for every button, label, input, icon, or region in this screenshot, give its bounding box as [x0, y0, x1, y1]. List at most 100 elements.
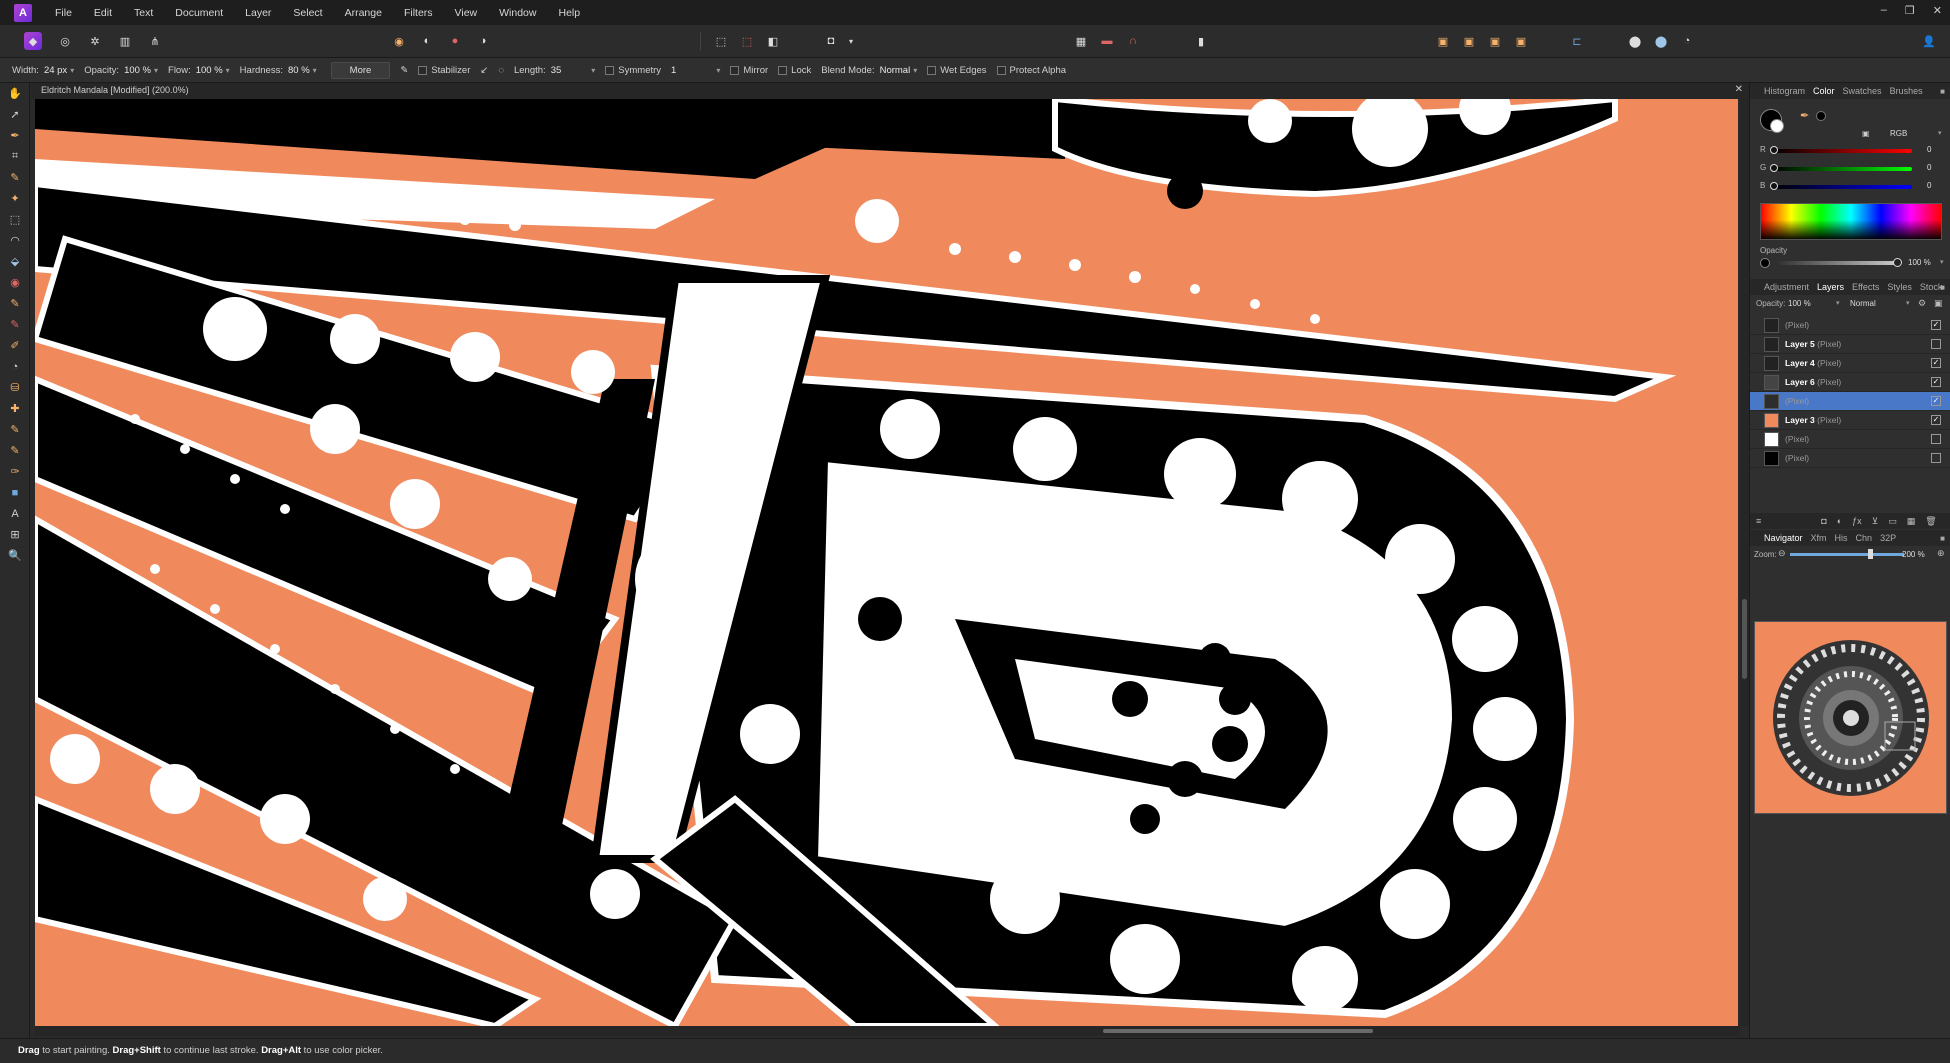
tab-swatches[interactable]: Swatches	[1843, 86, 1882, 96]
arrange-backward-icon[interactable]: ▣	[1460, 32, 1478, 50]
adjustment-layer-icon[interactable]: ◐	[1837, 516, 1842, 526]
protect-alpha-checkbox[interactable]	[996, 65, 1006, 75]
zoom-tool-icon[interactable]: 🔍	[0, 545, 30, 566]
blue-slider[interactable]: B 0	[1760, 181, 1945, 193]
layer-visibility-checkbox[interactable]: ✓	[1931, 415, 1941, 425]
blur-brush-tool-icon[interactable]: ✎	[0, 419, 30, 440]
text-tool-icon[interactable]: A	[0, 503, 30, 524]
tab-32bit-preview[interactable]: 32P	[1880, 533, 1896, 543]
magnet-icon[interactable]: ∩	[1124, 32, 1142, 50]
shape-tool-icon[interactable]: ■	[0, 482, 30, 503]
green-slider[interactable]: G 0	[1760, 163, 1945, 175]
smudge-brush-tool-icon[interactable]: ✎	[0, 440, 30, 461]
layer-opacity-dropdown-icon[interactable]: ▾	[1836, 299, 1840, 307]
mirror-checkbox[interactable]	[730, 65, 740, 75]
mask-layer-icon[interactable]: ◘	[1821, 516, 1826, 526]
tab-layers[interactable]: Layers	[1817, 282, 1844, 292]
gradient-tool-icon[interactable]: ◉	[0, 272, 30, 293]
layer-visibility-checkbox[interactable]: ✓	[1931, 377, 1941, 387]
panel-menu-icon[interactable]: ■	[1940, 87, 1945, 96]
align-icon[interactable]: ⊏	[1568, 32, 1586, 50]
tone-mapping-persona-icon[interactable]: ▥	[116, 32, 134, 50]
menu-view[interactable]: View	[444, 7, 489, 19]
arrange-front-icon[interactable]: ▣	[1512, 32, 1530, 50]
horizontal-scroll-thumb[interactable]	[1103, 1029, 1373, 1033]
lock-icon[interactable]: ▣	[1862, 129, 1870, 138]
layer-lock-icon[interactable]: ▣	[1934, 298, 1943, 309]
zoom-value[interactable]: 200 %	[1902, 550, 1925, 559]
tab-histogram[interactable]: Histogram	[1764, 86, 1805, 96]
fx-icon[interactable]: ƒx	[1852, 516, 1862, 526]
blue-track[interactable]	[1772, 185, 1912, 189]
selection-mode-icon[interactable]: ⬚	[712, 32, 730, 50]
tab-color[interactable]: Color	[1813, 86, 1835, 96]
export-persona-icon[interactable]: ⋔	[146, 32, 164, 50]
width-field[interactable]: 24 px	[44, 65, 67, 76]
menu-help[interactable]: Help	[547, 7, 591, 19]
layer-settings-icon[interactable]: ⚙	[1918, 298, 1926, 309]
layers-stack-icon[interactable]: ≡	[1756, 516, 1761, 526]
navigator-panel-menu-icon[interactable]: ■	[1940, 534, 1945, 543]
opacity-field[interactable]: 100 %	[124, 65, 151, 76]
menu-layer[interactable]: Layer	[234, 7, 282, 19]
menu-file[interactable]: File	[44, 7, 83, 19]
layers-panel-menu-icon[interactable]: ■	[1940, 283, 1945, 292]
wet-edges-checkbox[interactable]	[927, 65, 937, 75]
layer-visibility-checkbox[interactable]: ✓	[1931, 396, 1941, 406]
deselect-icon[interactable]: ⬚	[738, 32, 756, 50]
horizontal-scrollbar[interactable]	[35, 1026, 1740, 1036]
layer-row[interactable]: (Pixel) ✓	[1750, 316, 1950, 335]
red-track[interactable]	[1772, 149, 1912, 153]
layer-row[interactable]: (Pixel)	[1750, 449, 1950, 468]
delete-layer-icon[interactable]: 🗑	[1925, 516, 1936, 527]
menu-window[interactable]: Window	[488, 7, 547, 19]
symmetry-checkbox[interactable]	[605, 65, 615, 75]
zoom-slider[interactable]	[1790, 553, 1904, 556]
healing-brush-tool-icon[interactable]: ✚	[0, 398, 30, 419]
menu-select[interactable]: Select	[282, 7, 333, 19]
view-tool-icon[interactable]: ✋	[0, 83, 30, 104]
window-mode-icon[interactable]: ◌	[498, 65, 504, 76]
flood-fill-tool-icon[interactable]: ⬙	[0, 251, 30, 272]
flood-select-tool-icon[interactable]: ✦	[0, 188, 30, 209]
layer-row[interactable]: (Pixel) ✓	[1750, 392, 1950, 411]
tab-brushes[interactable]: Brushes	[1890, 86, 1923, 96]
freehand-select-tool-icon[interactable]: ◠	[0, 230, 30, 251]
blue-knob[interactable]	[1770, 182, 1778, 190]
erase-brush-tool-icon[interactable]: ✐	[0, 335, 30, 356]
move-tool-icon[interactable]: ➚	[0, 104, 30, 125]
color-replacement-tool-icon[interactable]: ✎	[0, 314, 30, 335]
mesh-warp-tool-icon[interactable]: ⊞	[0, 524, 30, 545]
invert-selection-icon[interactable]: ◧	[764, 32, 782, 50]
color-opacity-value[interactable]: 100 %	[1908, 258, 1931, 267]
assistant-icon[interactable]: ▮	[1192, 32, 1210, 50]
paint-brush-tool-icon[interactable]: ✎	[0, 293, 30, 314]
menu-text[interactable]: Text	[123, 7, 164, 19]
color-model-dropdown-icon[interactable]: ▾	[1938, 129, 1942, 137]
clone-brush-tool-icon[interactable]: ⛁	[0, 377, 30, 398]
flow-dropdown-icon[interactable]: ▾	[226, 66, 230, 75]
eyedropper-icon[interactable]: ✒	[1800, 109, 1809, 122]
arrange-back-icon[interactable]: ▣	[1434, 32, 1452, 50]
zoom-in-icon[interactable]: ⊕	[1937, 548, 1945, 559]
tab-stock[interactable]: Stock	[1920, 282, 1943, 292]
layer-row[interactable]: Layer 4 (Pixel) ✓	[1750, 354, 1950, 373]
symmetry-dropdown-icon[interactable]: ▾	[716, 66, 720, 75]
layer-blend-mode-select[interactable]: Normal	[1850, 299, 1876, 308]
blend-mode-select[interactable]: Normal	[880, 65, 911, 76]
brush-options-icon[interactable]: ✎	[400, 65, 408, 76]
tab-history[interactable]: His	[1835, 533, 1848, 543]
color-model-select[interactable]: RGB	[1890, 129, 1907, 138]
pen-tool-icon[interactable]: ✑	[0, 461, 30, 482]
vertical-scrollbar[interactable]	[1740, 99, 1749, 1026]
layer-visibility-checkbox[interactable]	[1931, 434, 1941, 444]
color-opacity-knob[interactable]	[1893, 258, 1902, 267]
user-account-icon[interactable]: 👤	[1920, 32, 1938, 50]
tab-adjustment[interactable]: Adjustment	[1764, 282, 1809, 292]
document-tab[interactable]: Eldritch Mandala [Modified] (200.0%) ✕	[31, 83, 1749, 99]
layer-visibility-checkbox[interactable]	[1931, 453, 1941, 463]
tab-channels[interactable]: Chn	[1856, 533, 1873, 543]
selection-brush-tool-icon[interactable]: ✎	[0, 167, 30, 188]
rope-mode-icon[interactable]: ↙	[480, 65, 488, 76]
menu-document[interactable]: Document	[164, 7, 234, 19]
